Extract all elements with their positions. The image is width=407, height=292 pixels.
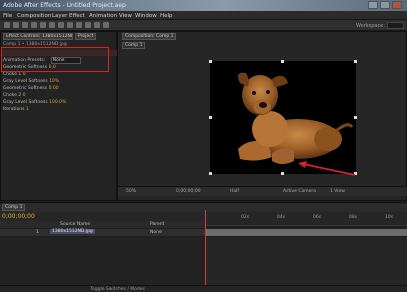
resolution-select[interactable]: Half bbox=[230, 189, 239, 194]
time-ruler[interactable]: 02s 04s 06s 08s 10s bbox=[205, 212, 407, 226]
pen-tool-icon[interactable] bbox=[58, 22, 64, 28]
maximize-button[interactable] bbox=[380, 1, 390, 9]
ruler-tick: 02s bbox=[241, 215, 250, 220]
layer-row[interactable]: 1 1380x1512ND.jpg None bbox=[0, 229, 205, 236]
layer-name[interactable]: 1380x1512ND.jpg bbox=[50, 229, 95, 234]
effect-row-value[interactable]: 0.00 bbox=[49, 86, 59, 91]
timeline-layer-area bbox=[0, 237, 205, 285]
puppy-image bbox=[238, 72, 354, 164]
highlight-box bbox=[1, 47, 109, 72]
comp-sub-tab[interactable]: Comp 1 bbox=[122, 42, 146, 49]
menu-window[interactable]: Window bbox=[135, 13, 157, 19]
menu-help[interactable]: Help bbox=[160, 13, 173, 19]
transform-handle[interactable] bbox=[209, 172, 212, 175]
views-select[interactable]: 1 View bbox=[330, 189, 345, 194]
stamp-tool-icon[interactable] bbox=[85, 22, 91, 28]
hand-tool-icon[interactable] bbox=[13, 22, 19, 28]
transform-handle[interactable] bbox=[354, 60, 357, 63]
effect-row-label: Iterations bbox=[3, 107, 25, 112]
menu-layer[interactable]: Layer bbox=[52, 13, 67, 19]
puppet-tool-icon[interactable] bbox=[103, 22, 109, 28]
effect-row-label: Gray Level Softness bbox=[3, 79, 48, 84]
transform-handle[interactable] bbox=[209, 116, 212, 119]
zoom-tool-icon[interactable] bbox=[22, 22, 28, 28]
pan-behind-tool-icon[interactable] bbox=[49, 22, 55, 28]
effect-row-label: Gray Level Softness bbox=[3, 100, 48, 105]
column-source-name: Source Name bbox=[60, 222, 91, 227]
ruler-tick: 08s bbox=[349, 215, 358, 220]
selection-tool-icon[interactable] bbox=[4, 22, 10, 28]
parent-select[interactable]: None bbox=[150, 230, 162, 235]
timeline-timecode[interactable]: 0;00;00;00 bbox=[2, 213, 35, 220]
timeline-track-area bbox=[206, 237, 407, 285]
composition-toolbar: 50% 0;00;00;00 Half Active Camera 1 View bbox=[118, 186, 407, 196]
annotation-arrow bbox=[298, 161, 356, 176]
effect-row: Choke 1 0 bbox=[3, 72, 26, 77]
zoom-select[interactable]: 50% bbox=[126, 189, 136, 194]
tab-effect-controls[interactable]: Effect Controls: 1380x1512ND.jpg bbox=[3, 33, 73, 40]
transform-handle[interactable] bbox=[209, 60, 212, 63]
effect-row-value[interactable]: 10% bbox=[49, 79, 59, 84]
tab-timeline-comp[interactable]: Comp 1 bbox=[2, 204, 26, 211]
window-title: Adobe After Effects - Untitled Project.a… bbox=[3, 2, 126, 9]
column-parent: Parent bbox=[150, 222, 165, 227]
effect-row: Gray Level Softness 100.0% bbox=[3, 100, 66, 105]
eraser-tool-icon[interactable] bbox=[94, 22, 100, 28]
transform-handle[interactable] bbox=[281, 60, 284, 63]
ruler-tick: 10s bbox=[385, 215, 394, 220]
effect-row: Geometric Softness 0.00 bbox=[3, 86, 59, 91]
timeline-controls: 0;00;00;00 bbox=[0, 212, 205, 221]
close-button[interactable] bbox=[392, 1, 402, 9]
menu-file[interactable]: File bbox=[3, 13, 12, 19]
camera-view-select[interactable]: Active Camera bbox=[283, 189, 316, 194]
workspace-label: Workspace: bbox=[355, 23, 385, 29]
menu-composition[interactable]: Composition bbox=[17, 13, 51, 19]
layer-duration-bar[interactable] bbox=[205, 229, 407, 236]
ruler-tick: 06s bbox=[313, 215, 322, 220]
transform-handle[interactable] bbox=[354, 116, 357, 119]
menu-view[interactable]: View bbox=[119, 13, 132, 19]
effect-row-label: Geometric Softness bbox=[3, 86, 48, 91]
comp-timecode[interactable]: 0;00;00;00 bbox=[176, 189, 201, 194]
timeline-header: Comp 1 bbox=[0, 202, 407, 212]
help-search-input[interactable] bbox=[387, 22, 404, 29]
effect-row: Choke 2 0 bbox=[3, 93, 26, 98]
layer-index: 1 bbox=[36, 230, 39, 235]
effect-row: Iterations 1 bbox=[3, 107, 29, 112]
effect-row: Gray Level Softness 10% bbox=[3, 79, 59, 84]
brush-tool-icon[interactable] bbox=[76, 22, 82, 28]
effect-row-value[interactable]: 1 bbox=[26, 107, 29, 112]
tab-composition[interactable]: Composition: Comp 1 bbox=[122, 33, 177, 40]
transform-handle[interactable] bbox=[281, 172, 284, 175]
effect-row-value[interactable]: 0 bbox=[23, 72, 26, 77]
composition-viewer[interactable] bbox=[209, 60, 357, 175]
camera-tool-icon[interactable] bbox=[40, 22, 46, 28]
status-text[interactable]: Toggle Switches / Modes bbox=[90, 287, 145, 292]
effect-row-value[interactable]: 0 bbox=[23, 93, 26, 98]
ruler-tick: 04s bbox=[277, 215, 286, 220]
status-bar: Toggle Switches / Modes bbox=[0, 285, 407, 292]
effect-row-label: Choke 2 bbox=[3, 93, 22, 98]
tab-project[interactable]: Project bbox=[75, 33, 97, 40]
tools-panel: Workspace: bbox=[0, 20, 407, 31]
text-tool-icon[interactable] bbox=[67, 22, 73, 28]
layer-column-headers: Source Name Parent bbox=[0, 221, 205, 228]
menu-animation[interactable]: Animation bbox=[89, 13, 117, 19]
minimize-button[interactable] bbox=[368, 1, 378, 9]
title-bar: Adobe After Effects - Untitled Project.a… bbox=[0, 0, 407, 11]
rotate-tool-icon[interactable] bbox=[31, 22, 37, 28]
menu-bar: File Composition Layer Effect Animation … bbox=[0, 11, 407, 20]
menu-effect[interactable]: Effect bbox=[69, 13, 85, 19]
effect-row-value[interactable]: 100.0% bbox=[49, 100, 66, 105]
effect-row-label: Choke 1 bbox=[3, 72, 22, 77]
